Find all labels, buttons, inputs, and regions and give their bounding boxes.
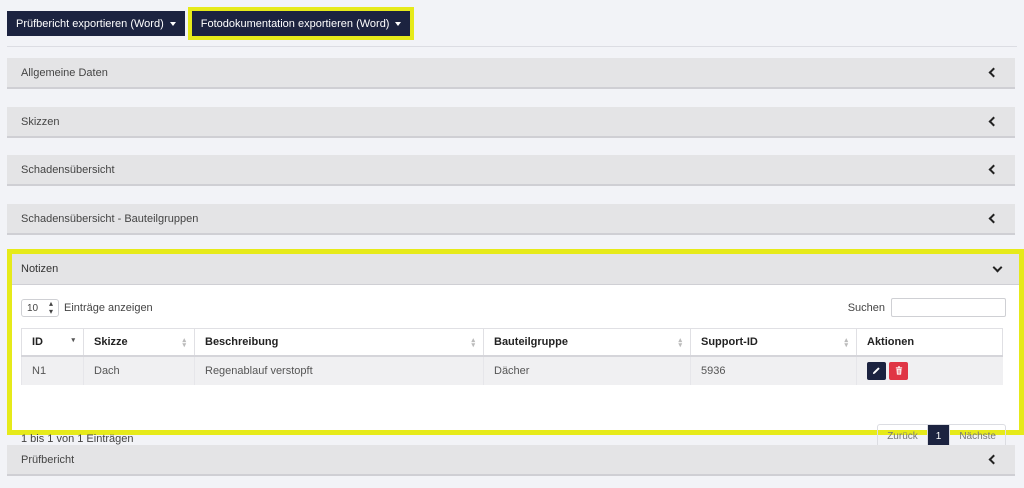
panel-title: Prüfbericht bbox=[21, 453, 75, 466]
cell-beschreibung: Regenablauf verstopft bbox=[194, 355, 484, 385]
panel-title: Notizen bbox=[21, 263, 59, 275]
cell-bauteilgruppe: Dächer bbox=[483, 355, 691, 385]
edit-button[interactable] bbox=[867, 361, 886, 380]
sort-icon: ▴ ▾ bbox=[471, 337, 475, 349]
panel-notizen: Notizen 10 ▴ ▾ Einträge anzeigen Suchen I… bbox=[7, 249, 1024, 448]
column-header-bauteilgruppe[interactable]: Bauteilgruppe ▴ ▾ bbox=[483, 328, 691, 357]
table-info: 1 bis 1 von 1 Einträgen bbox=[21, 433, 134, 445]
chevron-left-icon[interactable] bbox=[988, 454, 999, 465]
column-header-aktionen: Aktionen bbox=[856, 328, 1003, 357]
notes-table-wrapper: 10 ▴ ▾ Einträge anzeigen Suchen ID ▾ Skizz… bbox=[12, 285, 1019, 448]
panel-pruefbericht[interactable]: Prüfbericht bbox=[7, 445, 1015, 476]
panel-title: Allgemeine Daten bbox=[21, 66, 108, 79]
table-row: N1 Dach Regenablauf verstopft Dächer 593… bbox=[21, 355, 1003, 385]
pagination-previous[interactable]: Zurück bbox=[878, 425, 928, 447]
page-length-control: 10 ▴ ▾ Einträge anzeigen bbox=[21, 299, 153, 317]
chevron-left-icon[interactable] bbox=[988, 67, 999, 78]
panel-title: Schadensübersicht bbox=[21, 163, 115, 176]
chevron-left-icon[interactable] bbox=[988, 213, 999, 224]
page-length-label: Einträge anzeigen bbox=[64, 302, 153, 314]
column-header-support-id[interactable]: Support-ID ▴ ▾ bbox=[690, 328, 857, 357]
column-header-skizze[interactable]: Skizze ▴ ▾ bbox=[83, 328, 195, 357]
divider bbox=[7, 46, 1017, 47]
notes-table: ID ▾ Skizze ▴ ▾ Beschreibung ▴ ▾ Bauteilgrupp… bbox=[21, 328, 1003, 385]
sort-icon: ▴ ▾ bbox=[48, 299, 53, 316]
chevron-left-icon[interactable] bbox=[988, 164, 999, 175]
search-control: Suchen bbox=[848, 298, 1006, 317]
cell-id: N1 bbox=[21, 355, 84, 385]
panel-bauteilgruppen[interactable]: Schadensübersicht - Bauteilgruppen bbox=[7, 204, 1015, 235]
export-report-label: Prüfbericht exportieren (Word) bbox=[16, 17, 164, 30]
chevron-left-icon[interactable] bbox=[988, 116, 999, 127]
sort-icon: ▴ ▾ bbox=[844, 337, 848, 349]
panel-title: Skizzen bbox=[21, 115, 60, 128]
export-toolbar: Prüfbericht exportieren (Word) Fotodokum… bbox=[7, 7, 415, 40]
caret-down-icon bbox=[169, 21, 176, 26]
panel-notizen-header[interactable]: Notizen bbox=[12, 254, 1019, 285]
caret-down-icon bbox=[395, 21, 402, 26]
export-photos-button[interactable]: Fotodokumentation exportieren (Word) bbox=[191, 11, 411, 36]
page-length-value: 10 bbox=[27, 302, 39, 314]
cell-support-id: 5936 bbox=[690, 355, 857, 385]
panel-skizzen[interactable]: Skizzen bbox=[7, 107, 1015, 138]
panel-title: Schadensübersicht - Bauteilgruppen bbox=[21, 212, 199, 225]
page-length-select[interactable]: 10 ▴ ▾ bbox=[21, 299, 59, 317]
panel-schadensuebersicht[interactable]: Schadensübersicht bbox=[7, 155, 1015, 186]
export-report-button[interactable]: Prüfbericht exportieren (Word) bbox=[7, 11, 185, 36]
pagination-page-1[interactable]: 1 bbox=[927, 425, 950, 447]
search-input[interactable] bbox=[891, 298, 1006, 317]
sort-icon: ▴ ▾ bbox=[182, 337, 186, 349]
cell-skizze: Dach bbox=[83, 355, 195, 385]
panel-allgemeine-daten[interactable]: Allgemeine Daten bbox=[7, 58, 1015, 89]
highlight-frame: Fotodokumentation exportieren (Word) bbox=[187, 7, 415, 40]
chevron-down-icon[interactable] bbox=[992, 262, 1003, 272]
cell-aktionen bbox=[856, 355, 1003, 385]
pagination-next[interactable]: Nächste bbox=[949, 425, 1005, 447]
search-label: Suchen bbox=[847, 301, 885, 314]
trash-icon bbox=[895, 366, 902, 375]
delete-button[interactable] bbox=[889, 361, 908, 380]
column-header-beschreibung[interactable]: Beschreibung ▴ ▾ bbox=[194, 328, 484, 357]
column-header-id[interactable]: ID ▾ bbox=[21, 328, 84, 357]
pencil-icon bbox=[872, 367, 880, 375]
sort-icon: ▾ bbox=[71, 337, 75, 344]
sort-icon: ▴ ▾ bbox=[678, 337, 682, 349]
export-photos-label: Fotodokumentation exportieren (Word) bbox=[200, 17, 390, 30]
